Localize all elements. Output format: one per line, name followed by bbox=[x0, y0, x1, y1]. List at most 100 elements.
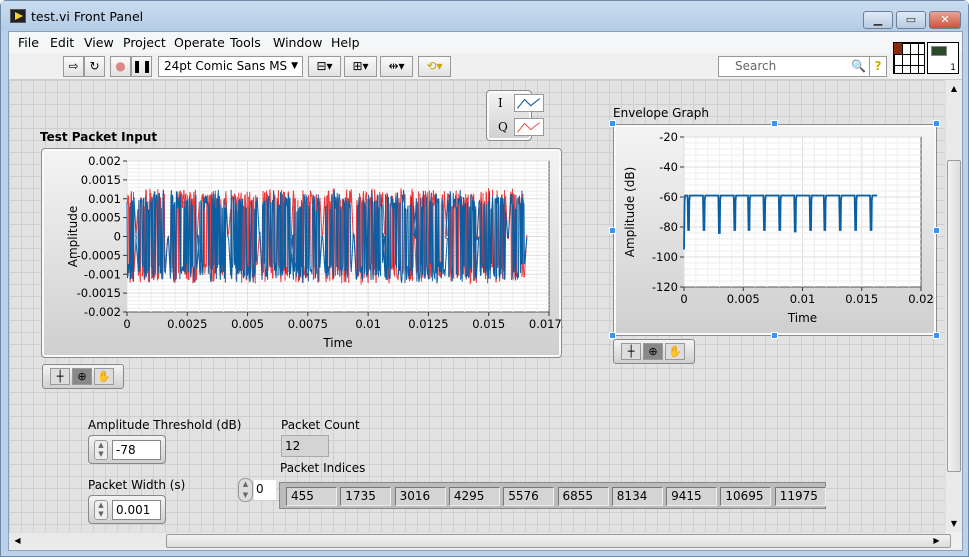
x-tick-label: 0.0075 bbox=[288, 317, 328, 331]
font-selector[interactable]: 24pt Comic Sans MS ▼ bbox=[158, 56, 303, 77]
selection-handle[interactable] bbox=[933, 120, 940, 127]
scroll-up-icon[interactable]: ▲ bbox=[946, 80, 962, 97]
amplitude-threshold-input[interactable]: -78 bbox=[112, 440, 161, 460]
envelope-plot[interactable]: 0 0.005 0.01 0.015 0.02 -20 -40 -60 -80 -100 -120 T… bbox=[614, 125, 938, 337]
menu-operate[interactable]: Operate bbox=[174, 35, 225, 50]
increment-decrement-icon[interactable]: ▲ ▼ bbox=[94, 500, 108, 520]
array-index-spinner[interactable]: ▲ ▼ bbox=[238, 478, 253, 502]
horizontal-scroll-thumb[interactable] bbox=[166, 534, 951, 548]
selection-handle[interactable] bbox=[609, 332, 616, 339]
x-tick-label: 0.015 bbox=[845, 292, 878, 306]
reorder-icon[interactable]: ⟲▾ bbox=[418, 56, 451, 77]
y-tick-label: 0.0005 bbox=[81, 211, 121, 225]
scroll-right-icon[interactable]: ▶ bbox=[928, 533, 945, 549]
y-tick-label: 0.0015 bbox=[81, 173, 121, 187]
menu-tools[interactable]: Tools bbox=[230, 35, 261, 50]
menu-edit[interactable]: Edit bbox=[50, 35, 74, 50]
font-value: 24pt Comic Sans MS bbox=[164, 59, 288, 73]
selection-handle[interactable] bbox=[933, 227, 940, 234]
y-tick-label: -0.001 bbox=[84, 267, 121, 281]
y-tick-label: -60 bbox=[659, 190, 678, 204]
front-panel: I Q Test Packet Input 0 0.0025 0.005 0.0075… bbox=[9, 80, 945, 532]
amplitude-threshold-label: Amplitude Threshold (dB) bbox=[88, 418, 242, 432]
y-tick-label: -20 bbox=[659, 130, 678, 144]
toolbar: ⇨ ↻ ● ❚❚ 24pt Comic Sans MS ▼ ⊟▾ ⊞▾ ⇹▾ ⟲▾… bbox=[9, 42, 962, 80]
vertical-scrollbar[interactable]: ▲ ▼ bbox=[945, 80, 962, 532]
graph-palette: ┼ ⊕ ✋ bbox=[42, 364, 124, 389]
y-tick-label: -120 bbox=[652, 280, 678, 294]
y-axis-label: Amplitude bbox=[66, 206, 80, 268]
close-button[interactable]: ✕ bbox=[929, 11, 961, 29]
scroll-down-icon[interactable]: ▼ bbox=[946, 515, 962, 532]
selection-handle[interactable] bbox=[609, 227, 616, 234]
run-continuously-icon[interactable]: ↻ bbox=[84, 56, 105, 77]
envelope-graph[interactable]: 0 0.005 0.01 0.015 0.02 -20 -40 -60 -80 -100 -120 T… bbox=[613, 124, 937, 336]
pan-hand-icon[interactable]: ✋ bbox=[665, 343, 685, 360]
cursor-move-icon[interactable]: ┼ bbox=[50, 368, 70, 385]
distribute-objects-icon[interactable]: ⊞▾ bbox=[344, 56, 377, 77]
help-icon[interactable]: ? bbox=[869, 56, 887, 77]
vertical-scroll-thumb[interactable] bbox=[947, 160, 961, 472]
vi-icon[interactable]: 1 bbox=[927, 42, 959, 74]
y-axis-label: Amplitude (dB) bbox=[623, 167, 637, 258]
x-tick-label: 0.005 bbox=[727, 292, 760, 306]
y-tick-label: 0.001 bbox=[88, 192, 121, 206]
maximize-button[interactable]: ▭ bbox=[896, 11, 926, 29]
zoom-icon[interactable]: ⊕ bbox=[643, 343, 663, 360]
test-packet-graph-label: Test Packet Input bbox=[40, 130, 158, 144]
selection-handle[interactable] bbox=[771, 120, 778, 127]
packet-index-cell: 455 bbox=[286, 487, 337, 506]
selection-handle[interactable] bbox=[771, 332, 778, 339]
scroll-left-icon[interactable]: ◀ bbox=[9, 533, 26, 549]
pan-hand-icon[interactable]: ✋ bbox=[94, 368, 114, 385]
x-axis-label: Time bbox=[787, 311, 817, 325]
cursor-move-icon[interactable]: ┼ bbox=[621, 343, 641, 360]
title-bar: test.vi Front Panel ▁ ▭ ✕ bbox=[1, 1, 968, 31]
run-arrow-icon[interactable]: ⇨ bbox=[63, 56, 84, 77]
amplitude-threshold-control: ▲ ▼ -78 bbox=[88, 435, 166, 464]
menu-view[interactable]: View bbox=[84, 35, 114, 50]
x-tick-label: 0.0175 bbox=[529, 317, 563, 331]
test-packet-graph[interactable]: 0 0.0025 0.005 0.0075 0.01 0.0125 0.015 0.0175 0… bbox=[41, 148, 563, 359]
connector-pane-icon[interactable] bbox=[893, 42, 925, 74]
horizontal-scrollbar[interactable]: ◀ ▶ bbox=[9, 532, 951, 549]
pause-icon[interactable]: ❚❚ bbox=[131, 56, 152, 77]
y-tick-label: -100 bbox=[652, 250, 678, 264]
plot-legend[interactable]: I Q bbox=[486, 90, 544, 141]
x-tick-label: 0.01 bbox=[790, 292, 816, 306]
x-tick-label: 0.02 bbox=[908, 292, 934, 306]
window: test.vi Front Panel ▁ ▭ ✕ File Edit View… bbox=[0, 0, 969, 557]
y-tick-label: -80 bbox=[659, 220, 678, 234]
y-tick-label: -40 bbox=[659, 160, 678, 174]
abort-icon[interactable]: ● bbox=[110, 56, 131, 77]
selection-handle[interactable] bbox=[609, 120, 616, 127]
x-tick-label: 0 bbox=[123, 317, 130, 331]
menu-bar: File Edit View Project Operate Tools Win… bbox=[9, 32, 962, 53]
x-tick-label: 0 bbox=[680, 292, 687, 306]
x-tick-label: 0.0025 bbox=[167, 317, 207, 331]
packet-index-cell: 10695 bbox=[720, 487, 772, 506]
menu-help[interactable]: Help bbox=[331, 35, 360, 50]
increment-decrement-icon[interactable]: ▲ ▼ bbox=[94, 440, 108, 460]
packet-indices-array: 455 1735 3016 4295 5576 6855 8134 9415 10695 1197… bbox=[279, 482, 826, 509]
menu-file[interactable]: File bbox=[18, 35, 39, 50]
packet-width-label: Packet Width (s) bbox=[88, 478, 186, 492]
resize-objects-icon[interactable]: ⇹▾ bbox=[380, 56, 413, 77]
packet-index-cell: 11975 bbox=[774, 487, 826, 506]
client-area: File Edit View Project Operate Tools Win… bbox=[8, 31, 963, 551]
selection-handle[interactable] bbox=[933, 332, 940, 339]
align-objects-icon[interactable]: ⊟▾ bbox=[308, 56, 341, 77]
zoom-icon[interactable]: ⊕ bbox=[72, 368, 92, 385]
packet-index-cell: 9415 bbox=[666, 487, 718, 506]
y-tick-label: -0.002 bbox=[84, 305, 121, 319]
array-index-input[interactable]: 0 bbox=[254, 480, 276, 500]
minimize-button[interactable]: ▁ bbox=[863, 11, 893, 29]
menu-project[interactable]: Project bbox=[123, 35, 166, 50]
packet-count-label: Packet Count bbox=[281, 418, 360, 432]
test-packet-plot[interactable]: 0 0.0025 0.005 0.0075 0.01 0.0125 0.015 0.0175 0… bbox=[42, 149, 563, 359]
search-input[interactable]: Search 🔍 bbox=[718, 56, 872, 77]
menu-window[interactable]: Window bbox=[273, 35, 322, 50]
packet-width-input[interactable]: 0.001 bbox=[112, 500, 161, 520]
packet-index-cell: 6855 bbox=[557, 487, 609, 506]
search-icon: 🔍 bbox=[851, 59, 866, 73]
